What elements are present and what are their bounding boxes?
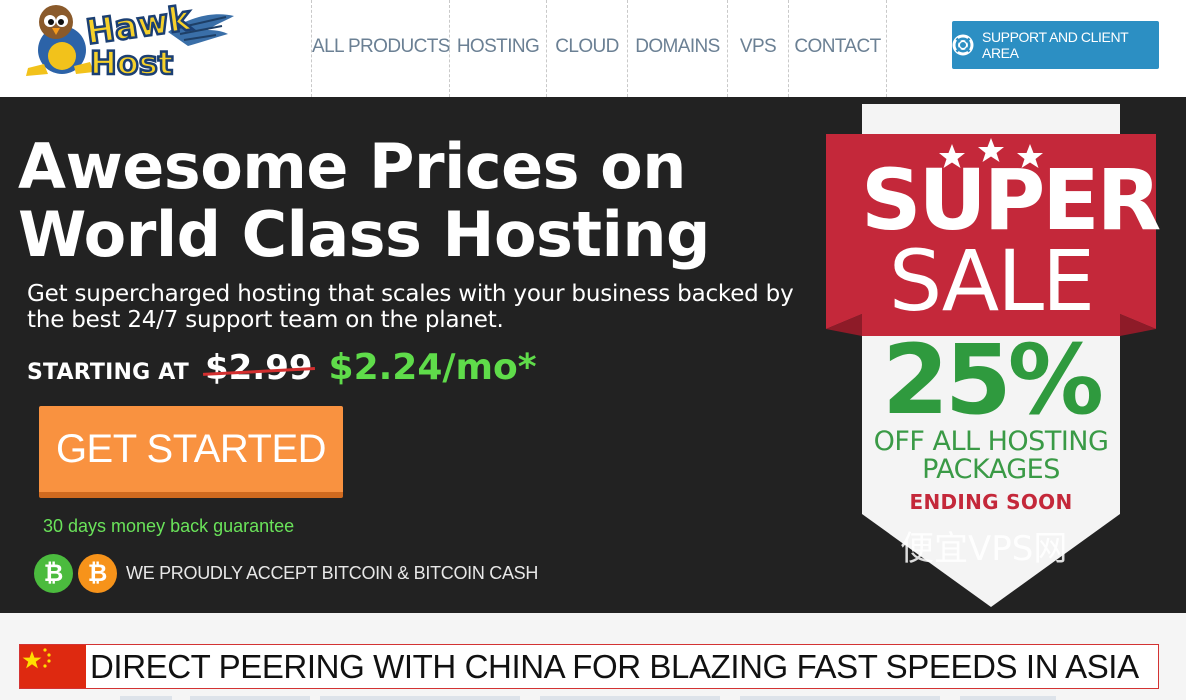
crypto-accept-text: WE PROUDLY ACCEPT BITCOIN & BITCOIN CASH (126, 562, 539, 583)
nav-vps[interactable]: VPS (727, 0, 788, 97)
sale-percent: 25% (882, 324, 1104, 436)
nav-label[interactable]: HOSTING (450, 36, 546, 58)
nav-label[interactable]: DOMAINS (628, 36, 727, 58)
sale-super-text: SUPER (861, 151, 1161, 249)
money-back-guarantee: 30 days money back guarantee (43, 516, 295, 536)
hero-title: Awesome Prices on World Class Hosting (18, 133, 778, 269)
nav-label[interactable]: CONTACT (789, 36, 886, 58)
nav-domains[interactable]: DOMAINS (627, 0, 727, 97)
sale-off-text: OFF ALL HOSTING PACKAGES (861, 428, 1121, 484)
watermark-text: 便宜VPS网 (900, 529, 1068, 569)
bitcoin-cash-icon: ₿ (34, 553, 73, 593)
old-price: $2.99 (204, 348, 313, 388)
sale-off-line2: PACKAGES (922, 454, 1060, 485)
hawk-host-logo[interactable]: Hawk Host (18, 0, 240, 83)
sale-ending-soon: ENDING SOON (909, 490, 1073, 514)
nav-label[interactable]: ALL PRODUCTS (312, 36, 450, 58)
crypto-accept-row: ₿ ₿ WE PROUDLY ACCEPT BITCOIN & BITCOIN … (34, 553, 539, 593)
nav-hosting[interactable]: HOSTING (449, 0, 546, 97)
nav-label[interactable]: VPS (728, 36, 788, 58)
new-price: $2.24/mo* (328, 347, 537, 388)
support-label: SUPPORT AND CLIENT AREA (982, 29, 1129, 61)
svg-text:Host: Host (90, 44, 173, 82)
hero-subtitle: Get supercharged hosting that scales wit… (27, 281, 794, 333)
china-flag-icon (20, 645, 86, 688)
nav-contact[interactable]: CONTACT (788, 0, 887, 97)
peering-section: DIRECT PEERING WITH CHINA FOR BLAZING FA… (0, 613, 1186, 700)
starting-at-label: STARTING AT (27, 360, 189, 385)
nav-label[interactable]: CLOUD (547, 36, 627, 58)
hero-section: Awesome Prices on World Class Hosting Ge… (0, 97, 1186, 613)
sale-sale-text: SALE (888, 232, 1095, 330)
get-started-button[interactable]: GET STARTED (39, 406, 343, 498)
price-row: STARTING AT $2.99 $2.24/mo* (27, 347, 537, 391)
nav-all-products[interactable]: ALL PRODUCTS (311, 0, 450, 97)
china-peering-banner: DIRECT PEERING WITH CHINA FOR BLAZING FA… (19, 644, 1159, 689)
hero-title-line2: World Class Hosting (18, 198, 710, 271)
site-header: Hawk Host ALL PRODUCTS HOSTING CLOUD DOM… (0, 0, 1186, 97)
nav-cloud[interactable]: CLOUD (546, 0, 627, 97)
sale-off-line1: OFF ALL HOSTING (873, 426, 1109, 457)
bitcoin-icon: ₿ (78, 553, 117, 593)
section-tabs-hint (120, 696, 1060, 700)
hero-title-line1: Awesome Prices on (18, 130, 686, 203)
china-peering-text: DIRECT PEERING WITH CHINA FOR BLAZING FA… (90, 648, 1139, 685)
lifebuoy-icon (952, 34, 974, 56)
support-client-area-button[interactable]: SUPPORT AND CLIENT AREA (952, 21, 1159, 69)
